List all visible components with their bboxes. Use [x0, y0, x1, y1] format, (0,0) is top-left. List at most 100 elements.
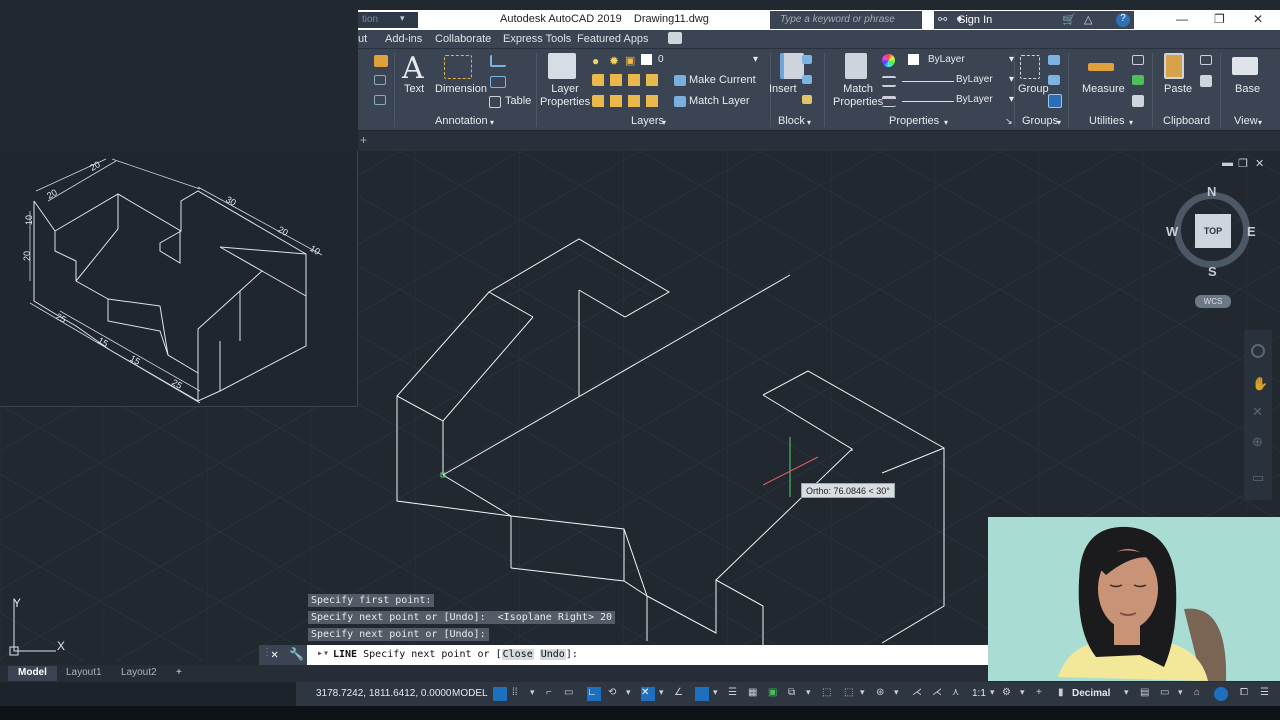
- utilities-panel-title[interactable]: Utilities: [1089, 115, 1124, 127]
- gear-icon[interactable]: ⚙: [1002, 687, 1016, 701]
- tab-add-ins[interactable]: Add-ins: [385, 33, 422, 45]
- measure-ruler-icon[interactable]: [1088, 63, 1114, 71]
- wrench-icon[interactable]: 🔧: [289, 647, 304, 661]
- match-layer-icon[interactable]: [674, 96, 686, 107]
- object-snap-icon[interactable]: [695, 687, 709, 701]
- close-icon[interactable]: ✕: [1253, 12, 1263, 26]
- group-button[interactable]: Group: [1018, 83, 1049, 95]
- tab-model[interactable]: Model: [8, 666, 57, 681]
- lock-ui-icon[interactable]: ▭: [1160, 687, 1174, 701]
- match-properties-icon[interactable]: [845, 53, 867, 79]
- maximize-icon[interactable]: ❐: [1214, 12, 1225, 26]
- compass-south[interactable]: S: [1208, 264, 1217, 279]
- lock-icon[interactable]: ▣: [625, 54, 635, 67]
- viewcube-top-face[interactable]: TOP: [1195, 214, 1231, 248]
- close-icon[interactable]: ✕: [271, 647, 278, 661]
- cart-icon[interactable]: 🛒: [1062, 13, 1076, 26]
- chevron-down-icon[interactable]: ▾: [530, 687, 544, 701]
- properties-panel-title[interactable]: Properties: [889, 115, 939, 127]
- layer-properties-button[interactable]: Layer Properties: [540, 83, 590, 109]
- match-properties-button[interactable]: Match Properties: [833, 83, 883, 109]
- paste-button[interactable]: Paste: [1164, 83, 1192, 95]
- base-button[interactable]: Base: [1235, 83, 1260, 95]
- insert-block-icon[interactable]: [780, 53, 804, 79]
- binoculars-icon[interactable]: ⚯: [938, 13, 947, 26]
- hardware-acceleration-icon[interactable]: [1214, 687, 1228, 701]
- quick-properties-icon[interactable]: ▤: [1140, 687, 1154, 701]
- chevron-down-icon[interactable]: ▾: [1124, 687, 1138, 701]
- calculator-icon[interactable]: [1132, 95, 1144, 107]
- new-tab-plus-icon[interactable]: +: [360, 133, 367, 147]
- layer-properties-icon[interactable]: [548, 53, 576, 79]
- ortho-mode-icon[interactable]: ∟: [587, 687, 601, 701]
- dynamic-input-icon[interactable]: ▭: [564, 687, 578, 701]
- clean-screen-icon[interactable]: ⧠: [1240, 687, 1254, 701]
- command-line[interactable]: ⋮ ✕ 🔧 ▸▾ LINE Specify next point or [Clo…: [259, 645, 989, 665]
- base-view-icon[interactable]: [1232, 57, 1258, 75]
- lineweight-toggle-icon[interactable]: ☰: [728, 687, 742, 701]
- zoom-extents-icon[interactable]: ✕: [1252, 404, 1263, 420]
- group-selection-icon[interactable]: [1048, 94, 1062, 108]
- select-all-icon[interactable]: [1132, 75, 1144, 85]
- chevron-down-icon[interactable]: ▾: [400, 13, 405, 24]
- viewport-minimize-icon[interactable]: ▬: [1222, 157, 1233, 169]
- dynamic-ucs-icon[interactable]: ⬚: [822, 687, 836, 701]
- color-wheel-icon[interactable]: [882, 54, 895, 67]
- compass-west[interactable]: W: [1166, 224, 1178, 239]
- isometric-drafting-icon[interactable]: ✕: [641, 687, 655, 701]
- layer-dropdown[interactable]: 0 ▾: [654, 53, 760, 69]
- help-icon[interactable]: ?: [1116, 13, 1130, 27]
- steering-wheel-icon[interactable]: [1251, 344, 1265, 358]
- annotation-monitor-icon[interactable]: +: [1036, 687, 1050, 701]
- chevron-down-icon[interactable]: ▾: [713, 687, 727, 701]
- chevron-down-icon[interactable]: ▾: [1020, 687, 1034, 701]
- chevron-down-icon[interactable]: ▾: [1057, 118, 1061, 127]
- ungroup-icon[interactable]: [1048, 55, 1060, 65]
- copy-icon[interactable]: [374, 75, 386, 85]
- cut-icon[interactable]: [1200, 55, 1212, 65]
- model-space-button[interactable]: MODEL: [452, 688, 488, 699]
- quick-access-field[interactable]: tion: [358, 12, 418, 28]
- linetype-icon[interactable]: [882, 76, 896, 87]
- coordinates-readout[interactable]: 3178.7242, 1811.6412, 0.0000: [316, 688, 452, 699]
- match-layer-button[interactable]: Match Layer: [689, 95, 750, 107]
- viewport-restore-icon[interactable]: ❐: [1238, 157, 1248, 170]
- chevron-down-icon[interactable]: ▾: [662, 118, 666, 127]
- copy-clip-icon[interactable]: [1200, 75, 1212, 87]
- paste-clipboard-icon[interactable]: [1164, 53, 1184, 79]
- command-prompt[interactable]: LINE Specify next point or [Close Undo]:: [333, 649, 578, 660]
- minimize-icon[interactable]: —: [1176, 12, 1188, 26]
- color-dropdown[interactable]: ByLayer ▾: [924, 53, 1014, 69]
- search-input[interactable]: Type a keyword or phrase: [770, 11, 922, 29]
- viewcube[interactable]: TOP N S E W: [1166, 184, 1256, 279]
- transparency-icon[interactable]: ▦: [748, 687, 762, 701]
- quick-select-icon[interactable]: [1132, 55, 1144, 65]
- dimension-icon[interactable]: [444, 55, 472, 79]
- table-button[interactable]: Table: [505, 95, 531, 107]
- text-button[interactable]: Text: [404, 83, 424, 95]
- make-current-button[interactable]: Make Current: [689, 74, 756, 86]
- pencil-icon[interactable]: [374, 55, 388, 67]
- dialog-launcher-icon[interactable]: ↘: [1005, 116, 1013, 127]
- clipboard-panel-title[interactable]: Clipboard: [1163, 115, 1210, 127]
- lineweight-icon[interactable]: [882, 96, 896, 107]
- showmotion-icon[interactable]: ▭: [1252, 470, 1264, 486]
- annotation-panel-title[interactable]: Annotation: [435, 115, 488, 127]
- polar-tracking-icon[interactable]: ⟲: [608, 687, 622, 701]
- group-icon[interactable]: [1020, 55, 1040, 79]
- chevron-down-icon[interactable]: ▾: [944, 118, 948, 127]
- isolate-objects-icon[interactable]: ⌂: [1194, 687, 1208, 701]
- units-dropdown[interactable]: Decimal: [1072, 688, 1110, 699]
- make-current-icon[interactable]: [674, 75, 686, 86]
- block-attribute-icon[interactable]: [802, 95, 812, 104]
- tab-output[interactable]: ut: [358, 33, 367, 45]
- chevron-down-icon[interactable]: ▾: [1258, 118, 1262, 127]
- dimension-button[interactable]: Dimension: [435, 83, 487, 95]
- layer-tools-row1-icons[interactable]: [592, 74, 664, 86]
- tab-layout1[interactable]: Layout1: [56, 666, 112, 681]
- group-edit-icon[interactable]: [1048, 75, 1060, 85]
- option-undo[interactable]: Undo: [539, 649, 566, 660]
- layers-panel-title[interactable]: Layers: [631, 115, 664, 127]
- block-panel-title[interactable]: Block: [778, 115, 805, 127]
- layer-tools-row2-icons[interactable]: [592, 95, 664, 107]
